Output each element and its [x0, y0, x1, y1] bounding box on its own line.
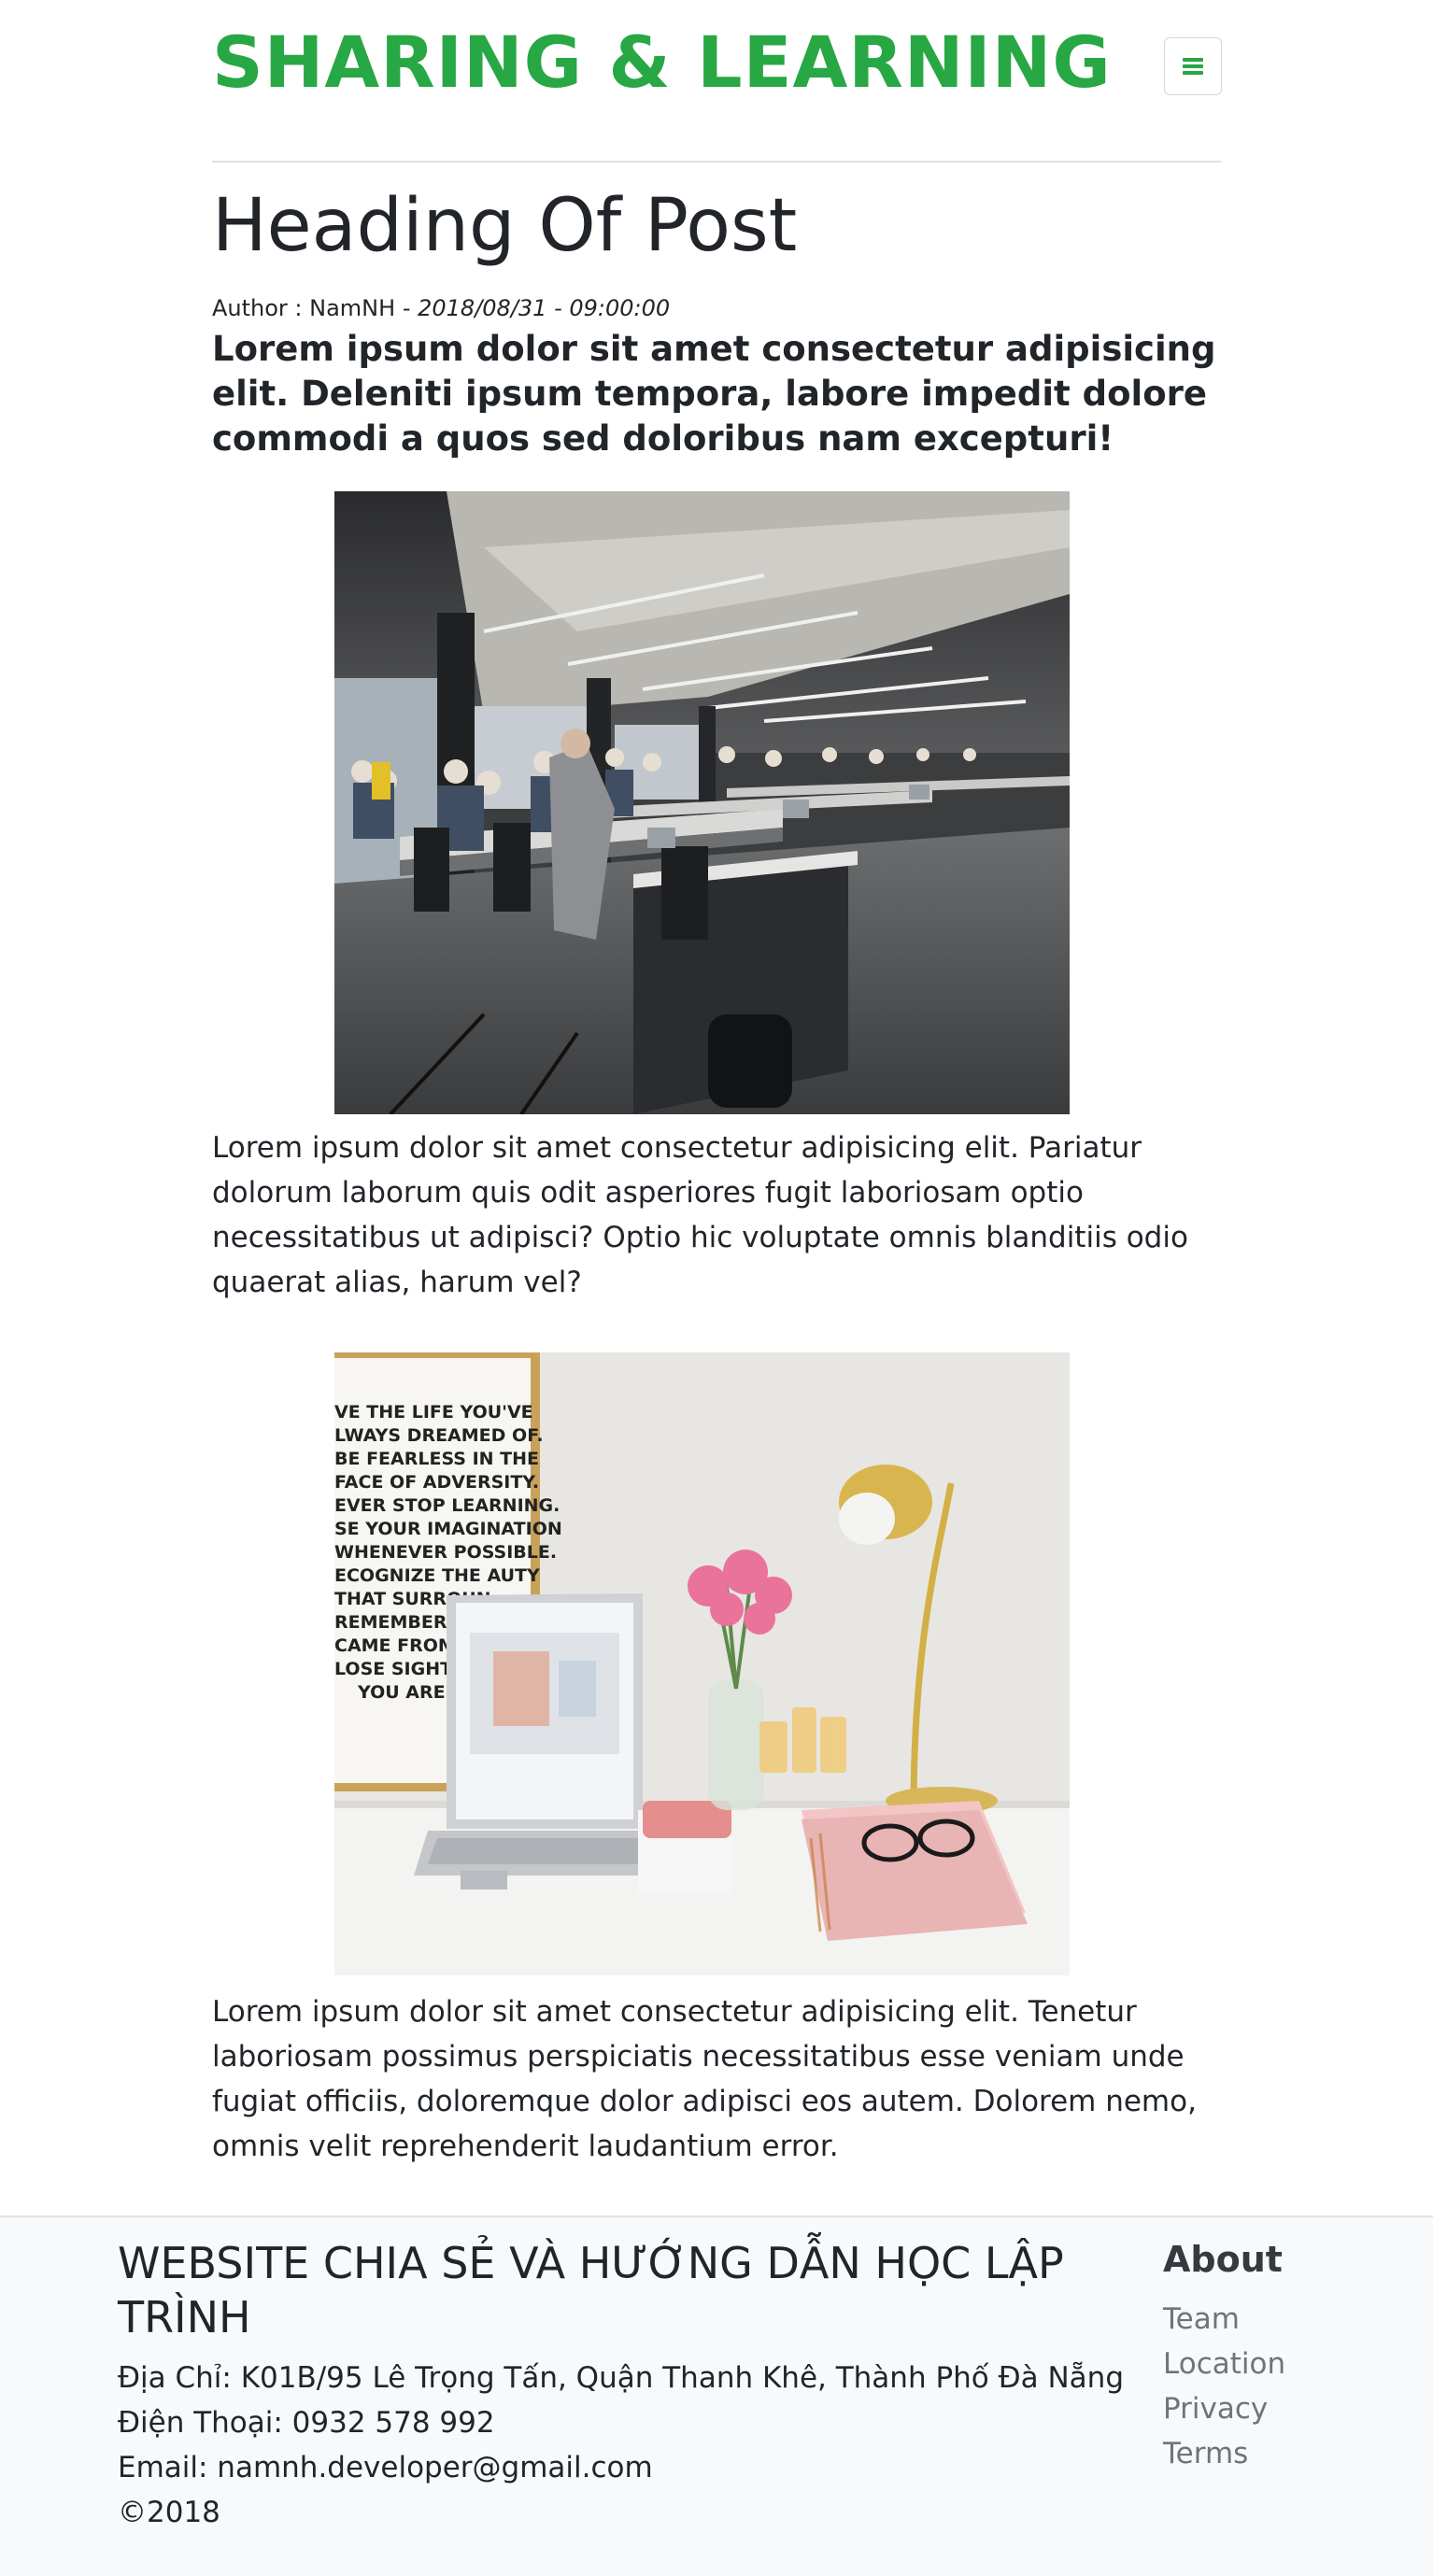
- footer-address: Địa Chỉ: K01B/95 Lê Trọng Tấn, Quận Than…: [118, 2361, 1124, 2395]
- footer-link-terms[interactable]: Terms: [1163, 2431, 1285, 2476]
- poster-line-7: WHENEVER POSSIBLE.: [334, 1542, 557, 1563]
- post-paragraph-1: Lorem ipsum dolor sit amet consectetur a…: [212, 1131, 1188, 1299]
- footer-site-name: WEBSITE CHIA SẺ VÀ HƯỚNG DẪN HỌC LẬP TRÌ…: [118, 2238, 1064, 2342]
- meta-separator: -: [395, 295, 419, 321]
- post-image-desk: VE THE LIFE YOU'VE LWAYS DREAMED OF. BE …: [334, 1352, 1070, 1975]
- poster-line-4: FACE OF ADVERSITY.: [334, 1472, 539, 1493]
- poster-line-6: SE YOUR IMAGINATION: [334, 1519, 562, 1539]
- site-brand[interactable]: SHARING & LEARNING: [212, 11, 1112, 114]
- footer-link-privacy[interactable]: Privacy: [1163, 2386, 1285, 2431]
- navbar-toggle-button[interactable]: [1164, 37, 1222, 95]
- footer-copyright: ©2018: [118, 2496, 220, 2529]
- post-meta: Author : NamNH - 2018/08/31 - 09:00:00: [212, 293, 670, 323]
- hamburger-menu-icon: [1183, 58, 1203, 75]
- post-lead: Lorem ipsum dolor sit amet consectetur a…: [212, 329, 1216, 459]
- footer-phone: Điện Thoại: 0932 578 992: [118, 2406, 495, 2440]
- poster-line-2: LWAYS DREAMED OF.: [334, 1425, 544, 1446]
- poster-line-8: ECOGNIZE THE AUTY: [334, 1565, 540, 1586]
- header-divider: [212, 161, 1222, 163]
- post-paragraph-2: Lorem ipsum dolor sit amet consectetur a…: [212, 1995, 1197, 2163]
- footer-about-heading: About: [1163, 2239, 1283, 2280]
- site-footer: WEBSITE CHIA SẺ VÀ HƯỚNG DẪN HỌC LẬP TRÌ…: [0, 2215, 1433, 2576]
- post-author: Author : NamNH: [212, 295, 396, 321]
- footer-email: Email: namnh.developer@gmail.com: [118, 2451, 653, 2484]
- poster-line-1: VE THE LIFE YOU'VE: [334, 1402, 533, 1422]
- poster-line-5: EVER STOP LEARNING.: [334, 1495, 560, 1516]
- post-image-office: [334, 491, 1070, 1114]
- footer-link-location[interactable]: Location: [1163, 2342, 1285, 2386]
- footer-about-links: Team Location Privacy Terms: [1163, 2297, 1285, 2476]
- post-title: Heading Of Post: [212, 184, 798, 268]
- poster-line-3: BE FEARLESS IN THE: [334, 1449, 539, 1469]
- post-date: 2018/08/31 - 09:00:00: [418, 295, 671, 321]
- footer-link-team[interactable]: Team: [1163, 2297, 1285, 2342]
